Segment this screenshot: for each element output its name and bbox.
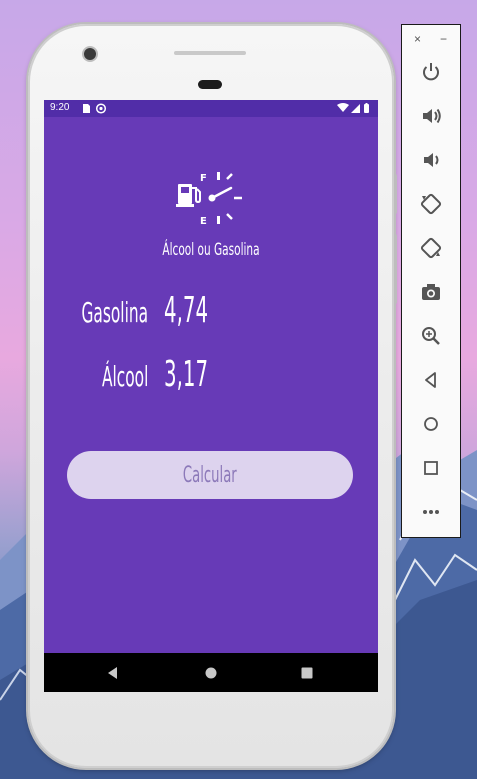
nav-home-button[interactable]	[201, 663, 221, 683]
toolbar-window-controls: × −	[402, 31, 460, 47]
alcool-row: Álcool	[44, 354, 378, 398]
wifi-icon	[337, 103, 349, 112]
alcool-input[interactable]	[164, 354, 263, 395]
zoom-icon	[422, 327, 440, 345]
home-button[interactable]	[418, 411, 444, 437]
status-time: 9:20	[50, 102, 70, 113]
recents-icon	[301, 667, 313, 679]
fuel-gauge-logo: F E	[174, 170, 248, 230]
gasolina-input[interactable]	[164, 290, 263, 331]
top-speaker	[174, 51, 246, 55]
camera-icon	[422, 284, 440, 300]
volume-key[interactable]	[394, 234, 397, 304]
volume-down-button[interactable]	[418, 147, 444, 173]
sync-icon	[95, 103, 107, 114]
back-button[interactable]	[418, 367, 444, 393]
zoom-button[interactable]	[418, 323, 444, 349]
full-marker: F	[200, 173, 207, 184]
nav-recents-button[interactable]	[297, 663, 317, 683]
calcular-button[interactable]: Calcular	[67, 451, 353, 499]
screenshot-button[interactable]	[418, 279, 444, 305]
home-icon	[424, 417, 438, 431]
signal-icon	[351, 104, 360, 113]
overview-icon	[424, 461, 438, 475]
calcular-label: Calcular	[183, 462, 237, 488]
overview-button[interactable]	[418, 455, 444, 481]
volume-down-icon	[424, 153, 439, 167]
power-key[interactable]	[394, 174, 397, 214]
rotate-right-icon	[420, 237, 442, 259]
front-camera	[84, 48, 96, 60]
rotate-left-button[interactable]	[418, 191, 444, 217]
rotate-right-button[interactable]	[418, 235, 444, 261]
volume-up-icon	[423, 108, 441, 124]
emulator-toolbar: × −	[401, 24, 461, 538]
fuel-pump-icon	[176, 184, 201, 207]
gasolina-row: Gasolina	[44, 290, 378, 334]
more-icon	[423, 510, 439, 514]
sd-card-icon	[83, 104, 90, 113]
back-icon	[425, 372, 436, 388]
battery-icon	[364, 103, 369, 113]
minimize-window-button[interactable]: −	[440, 31, 447, 47]
rotate-left-icon	[420, 193, 442, 215]
device-screen: 9:20 F E Álcool ou Gasolina Gasolina 4,7…	[44, 100, 378, 692]
volume-up-button[interactable]	[418, 103, 444, 129]
close-window-button[interactable]: ×	[414, 31, 421, 47]
alcool-label: Álcool	[101, 360, 148, 393]
gasolina-label: Gasolina	[81, 296, 148, 329]
navigation-bar	[44, 653, 378, 692]
back-icon	[108, 667, 117, 679]
power-button[interactable]	[418, 59, 444, 85]
status-right-icons	[336, 103, 372, 117]
home-icon	[205, 667, 217, 679]
status-bar: 9:20	[44, 100, 378, 117]
empty-marker: E	[200, 216, 207, 227]
more-button[interactable]	[418, 499, 444, 525]
nav-back-button[interactable]	[103, 663, 123, 683]
power-icon	[423, 63, 439, 81]
app-title: Álcool ou Gasolina	[162, 240, 260, 260]
gauge-icon	[208, 172, 242, 224]
earpiece	[198, 80, 222, 89]
status-left-icons	[82, 103, 114, 117]
